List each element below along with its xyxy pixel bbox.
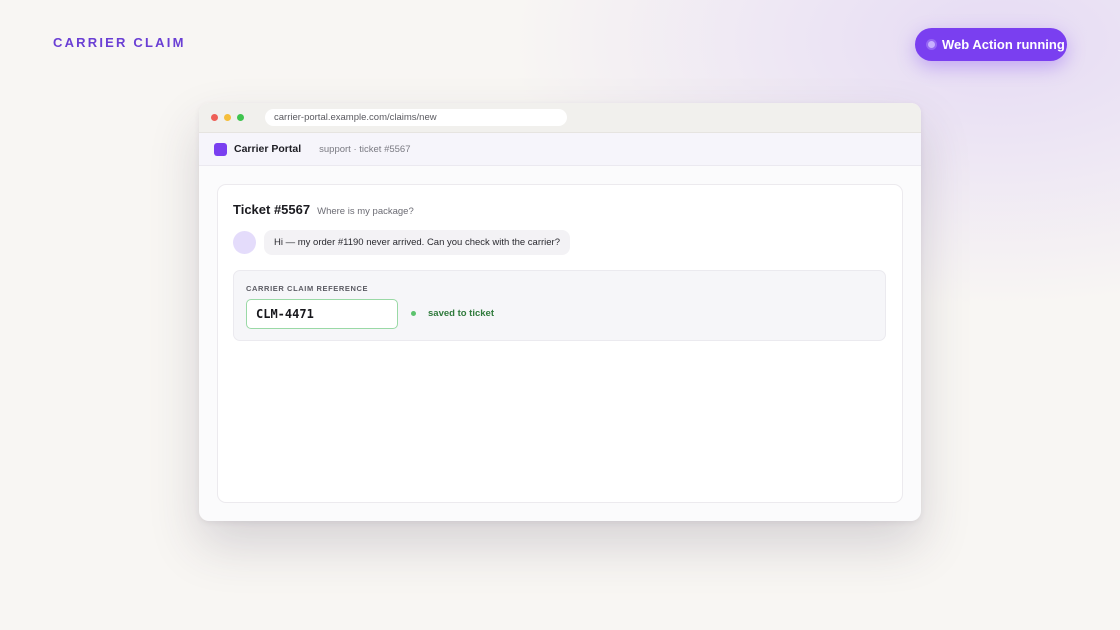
portal-header: Carrier Portal support · ticket #5567 (199, 133, 921, 166)
claim-reference-label: CARRIER CLAIM REFERENCE (246, 284, 369, 293)
status-label: Web Action running (942, 37, 1065, 52)
ticket-card: Ticket #5567 Where is my package? Hi — m… (217, 184, 903, 503)
avatar (233, 231, 256, 254)
saved-indicator-icon (411, 311, 416, 316)
browser-chrome: carrier-portal.example.com/claims/new (199, 103, 921, 133)
portal-name: Carrier Portal (234, 143, 302, 155)
minimize-window-icon[interactable] (224, 114, 231, 121)
portal-logo-icon (214, 142, 227, 156)
saved-status-label: saved to ticket (428, 308, 494, 319)
claim-reference-input[interactable] (246, 299, 398, 329)
brand-title: CARRIER CLAIM (53, 35, 186, 50)
customer-message: Hi — my order #1190 never arrived. Can y… (233, 230, 571, 255)
message-bubble: Hi — my order #1190 never arrived. Can y… (264, 230, 571, 255)
ticket-subject: Where is my package? (317, 206, 414, 217)
saved-status: saved to ticket (411, 308, 494, 319)
maximize-window-icon[interactable] (237, 114, 244, 121)
ticket-title: Ticket #5567 (233, 202, 311, 217)
address-bar[interactable]: carrier-portal.example.com/claims/new (265, 109, 567, 126)
breadcrumb: support · ticket #5567 (319, 143, 411, 155)
status-indicator-icon (928, 41, 935, 48)
ticket-header: Ticket #5567 Where is my package? (233, 202, 414, 217)
close-window-icon[interactable] (211, 114, 218, 121)
claim-reference-panel: CARRIER CLAIM REFERENCE saved to ticket (233, 270, 886, 341)
browser-window: carrier-portal.example.com/claims/new Ca… (199, 103, 921, 521)
web-action-status-badge: Web Action running (915, 28, 1067, 61)
